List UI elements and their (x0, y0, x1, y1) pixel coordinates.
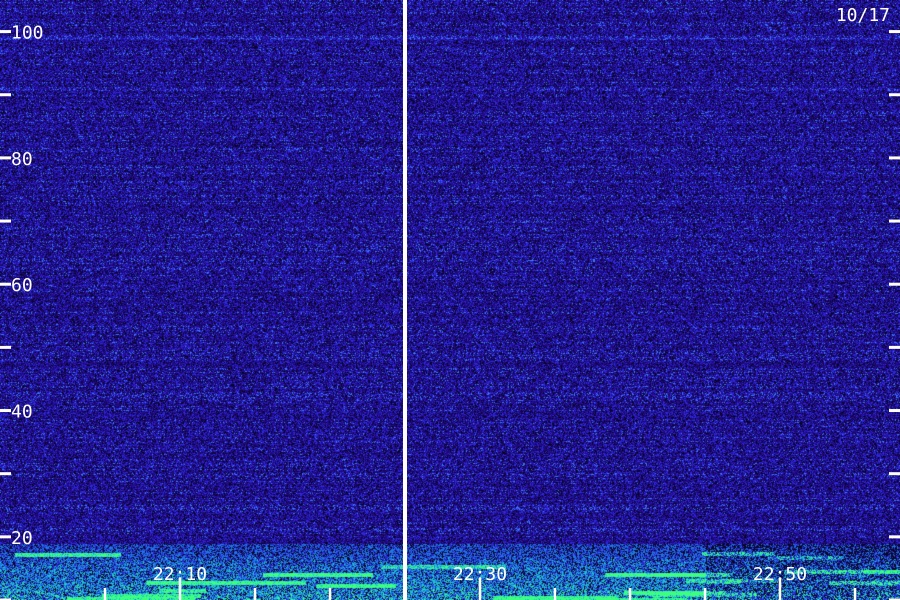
y-tick-label: 80 (11, 149, 33, 170)
y-tick-label: 40 (11, 402, 33, 423)
y-tick-label: 20 (11, 528, 33, 549)
x-tick-label: 22:30 (453, 564, 507, 585)
x-tick-label: 22:10 (153, 564, 207, 585)
x-axis-ticks: 22:10 22:30 22:50 (103, 564, 857, 600)
x-tick-label: 22:50 (753, 564, 807, 585)
y-tick-label: 60 (11, 275, 33, 296)
spectrogram-axes-overlay: 20 40 60 80 100 22:10 22:30 22:50 (0, 0, 900, 600)
y-axis-ticks: 20 40 60 80 100 (0, 23, 900, 600)
date-label: 10/17 (835, 5, 890, 26)
y-tick-label: 100 (11, 23, 44, 44)
